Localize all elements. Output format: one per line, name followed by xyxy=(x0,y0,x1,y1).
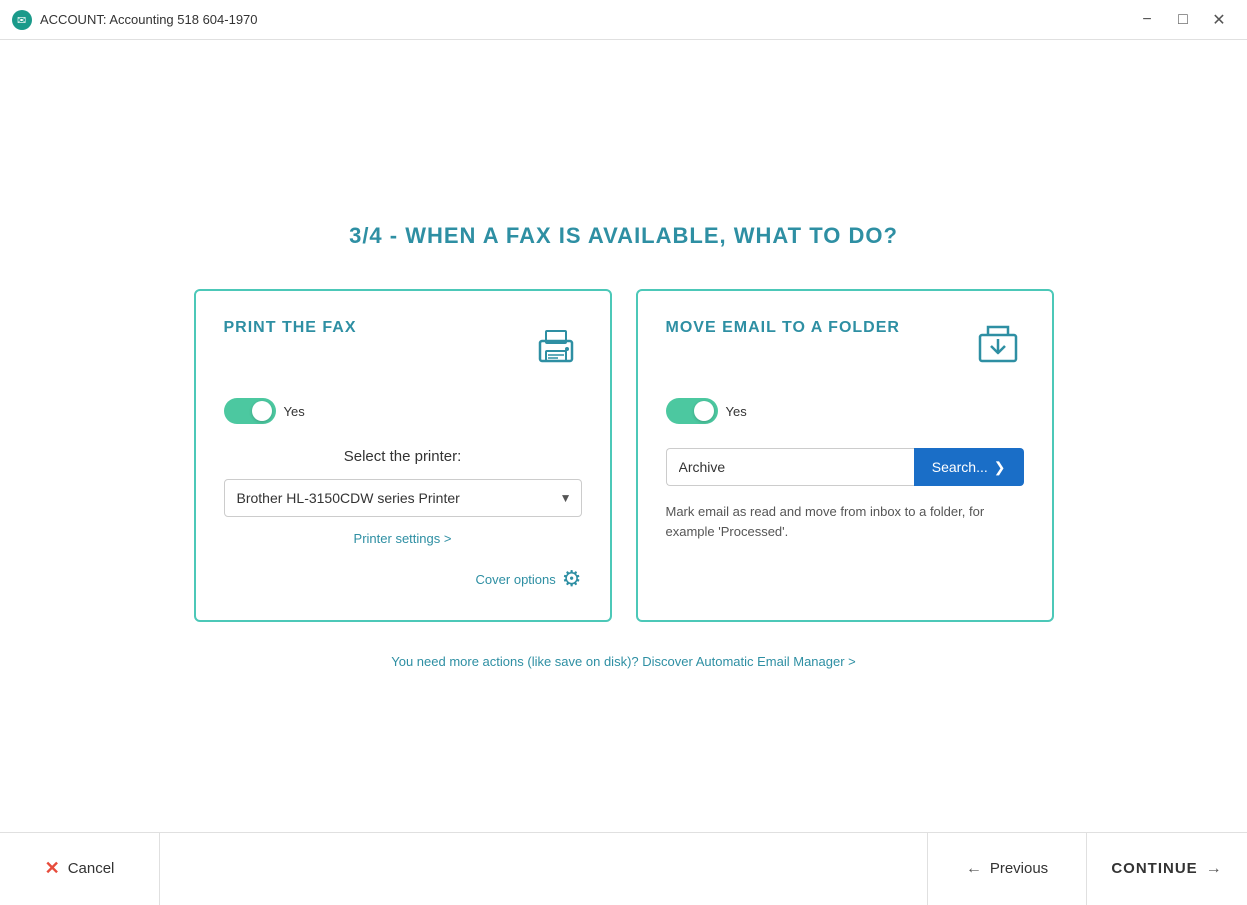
window-title: ACCOUNT: Accounting 518 604-1970 xyxy=(40,12,258,27)
print-toggle[interactable] xyxy=(224,398,276,424)
move-email-title: MOVE EMAIL TO A FOLDER xyxy=(666,319,900,337)
gear-icon[interactable]: ⚙ xyxy=(562,566,582,592)
arrow-left-icon: ← xyxy=(966,860,982,878)
maximize-button[interactable]: □ xyxy=(1167,8,1199,32)
continue-label: CONTINUE xyxy=(1111,860,1197,877)
svg-text:✉: ✉ xyxy=(17,15,26,27)
title-bar-left: ✉ ACCOUNT: Accounting 518 604-1970 xyxy=(12,10,258,30)
move-email-description: Mark email as read and move from inbox t… xyxy=(666,502,1024,541)
printer-select-wrap: Brother HL-3150CDW series Printer ▼ xyxy=(224,479,582,517)
footer: ✕ Cancel ← Previous CONTINUE → xyxy=(0,832,1247,904)
search-arrow-icon: ❯ xyxy=(994,459,1006,476)
cancel-x-icon: ✕ xyxy=(45,858,60,879)
search-row: Search... ❯ xyxy=(666,448,1024,486)
cover-options-label[interactable]: Cover options xyxy=(476,572,556,587)
app-icon: ✉ xyxy=(12,10,32,30)
cards-row: PRINT THE FAX Yes Select the printer xyxy=(194,289,1054,622)
print-toggle-label: Yes xyxy=(284,404,305,419)
title-bar: ✉ ACCOUNT: Accounting 518 604-1970 − □ ✕ xyxy=(0,0,1247,40)
continue-button[interactable]: CONTINUE → xyxy=(1087,833,1247,905)
printer-select[interactable]: Brother HL-3150CDW series Printer xyxy=(224,479,582,517)
printer-icon xyxy=(530,319,582,378)
arrow-right-icon: → xyxy=(1206,860,1223,878)
print-fax-title: PRINT THE FAX xyxy=(224,319,357,337)
window-controls: − □ ✕ xyxy=(1131,8,1235,32)
email-toggle-label: Yes xyxy=(726,404,747,419)
printer-settings-link[interactable]: Printer settings > xyxy=(224,531,582,546)
email-toggle[interactable] xyxy=(666,398,718,424)
cancel-button[interactable]: ✕ Cancel xyxy=(0,833,160,905)
print-toggle-wrap: Yes xyxy=(224,398,582,424)
discover-link[interactable]: You need more actions (like save on disk… xyxy=(391,654,856,669)
print-fax-card: PRINT THE FAX Yes Select the printer xyxy=(194,289,612,622)
cover-options-row: Cover options ⚙ xyxy=(224,566,582,592)
previous-label: Previous xyxy=(990,860,1048,877)
select-printer-label: Select the printer: xyxy=(224,448,582,465)
main-content: 3/4 - WHEN A FAX IS AVAILABLE, WHAT TO D… xyxy=(0,40,1247,832)
move-email-card-header: MOVE EMAIL TO A FOLDER xyxy=(666,319,1024,378)
inbox-folder-icon xyxy=(972,319,1024,378)
email-toggle-wrap: Yes xyxy=(666,398,1024,424)
step-title: 3/4 - WHEN A FAX IS AVAILABLE, WHAT TO D… xyxy=(349,223,898,249)
minimize-button[interactable]: − xyxy=(1131,8,1163,32)
search-button[interactable]: Search... ❯ xyxy=(914,448,1024,486)
search-button-label: Search... xyxy=(932,459,988,475)
cancel-label: Cancel xyxy=(68,860,115,877)
print-fax-card-header: PRINT THE FAX xyxy=(224,319,582,378)
close-button[interactable]: ✕ xyxy=(1203,8,1235,32)
folder-input[interactable] xyxy=(666,448,914,486)
move-email-card: MOVE EMAIL TO A FOLDER Yes Search xyxy=(636,289,1054,622)
previous-button[interactable]: ← Previous xyxy=(927,833,1087,905)
